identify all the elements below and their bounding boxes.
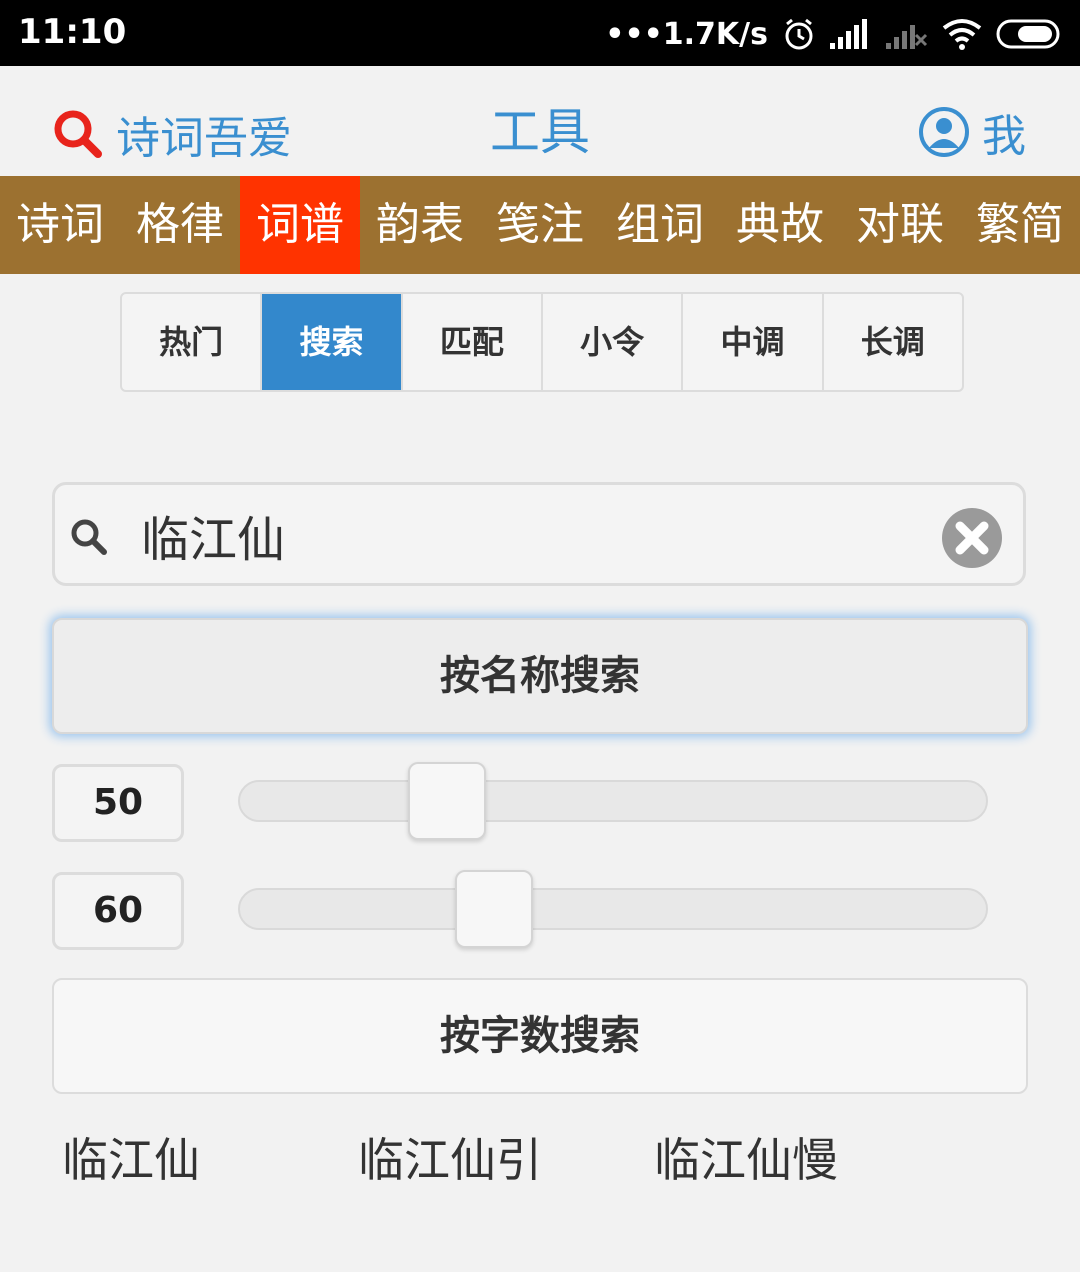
status-icons: •••1.7K/s xyxy=(605,12,1064,56)
nav-item-meter[interactable]: 格律 xyxy=(120,176,240,274)
user-icon xyxy=(919,107,969,157)
profile-label: 我 xyxy=(982,111,1026,162)
clear-icon[interactable] xyxy=(941,507,1003,569)
nav-item-couplet[interactable]: 对联 xyxy=(840,176,960,274)
profile-link[interactable]: 我 xyxy=(918,100,1026,164)
alarm-icon xyxy=(785,18,813,50)
signal-weak-icon xyxy=(886,25,928,49)
nav-item-rhyme-table[interactable]: 韵表 xyxy=(360,176,480,274)
tab-popular[interactable]: 热门 xyxy=(122,294,263,390)
network-speed: •••1.7K/s xyxy=(605,16,768,52)
nav-item-trad-simp[interactable]: 繁简 xyxy=(960,176,1080,274)
search-icon xyxy=(71,519,107,555)
sub-tabs: 热门 搜索 匹配 小令 中调 长调 xyxy=(120,292,964,392)
search-by-name-button[interactable]: 按名称搜索 xyxy=(52,618,1028,734)
tab-medium[interactable]: 中调 xyxy=(683,294,824,390)
search-input[interactable] xyxy=(139,499,933,571)
nav-item-annotation[interactable]: 笺注 xyxy=(480,176,600,274)
app-header: 诗词吾爱 工具 我 xyxy=(0,66,1080,176)
status-bar: 11:10 •••1.7K/s xyxy=(0,0,1080,66)
min-length-slider[interactable] xyxy=(238,762,988,840)
tab-match[interactable]: 匹配 xyxy=(403,294,543,390)
tab-short[interactable]: 小令 xyxy=(543,294,684,390)
min-length-slider-thumb[interactable] xyxy=(408,762,486,840)
nav-item-allusion[interactable]: 典故 xyxy=(720,176,840,274)
search-results: 临江仙 临江仙引 临江仙慢 xyxy=(62,1124,1022,1194)
tab-long[interactable]: 长调 xyxy=(824,294,962,390)
wifi-icon xyxy=(942,19,982,50)
max-length-slider-thumb[interactable] xyxy=(455,870,534,948)
main-nav: 诗词 格律 词谱 韵表 笺注 组词 典故 对联 繁简 xyxy=(0,176,1080,274)
result-item[interactable]: 临江仙 xyxy=(62,1124,200,1190)
tab-search[interactable]: 搜索 xyxy=(262,294,403,390)
result-item[interactable]: 临江仙引 xyxy=(358,1124,542,1190)
status-time: 11:10 xyxy=(18,12,127,52)
result-item[interactable]: 临江仙慢 xyxy=(654,1124,838,1190)
search-by-count-button[interactable]: 按字数搜索 xyxy=(52,978,1028,1094)
signal-icon xyxy=(830,19,867,49)
nav-item-poems[interactable]: 诗词 xyxy=(0,176,120,274)
max-length-slider[interactable] xyxy=(238,870,988,948)
max-length-value[interactable]: 60 xyxy=(52,872,184,950)
nav-item-cipu[interactable]: 词谱 xyxy=(240,176,360,274)
min-length-value[interactable]: 50 xyxy=(52,764,184,842)
nav-item-word-building[interactable]: 组词 xyxy=(600,176,720,274)
search-box xyxy=(52,482,1026,586)
battery-icon xyxy=(996,19,1060,49)
